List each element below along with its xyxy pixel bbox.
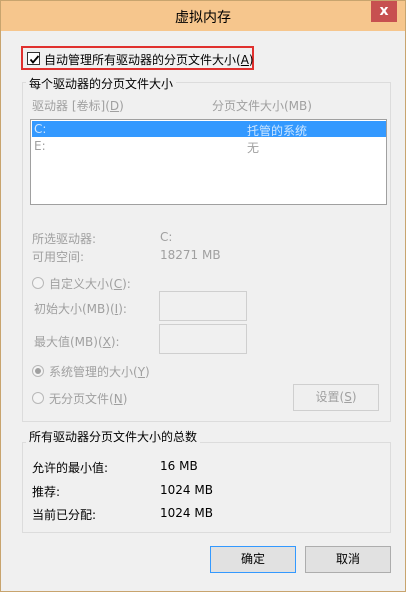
selected-drive-value: C:: [160, 230, 173, 244]
drive-list[interactable]: C: 托管的系统 E: 无: [30, 119, 387, 205]
initial-size-input[interactable]: [159, 291, 247, 321]
no-paging-file-radio[interactable]: [32, 392, 44, 404]
currently-allocated-value: 1024 MB: [160, 506, 213, 520]
per-drive-group-title: 每个驱动器的分页文件大小: [26, 75, 177, 92]
custom-size-radio[interactable]: [32, 277, 44, 289]
ok-button[interactable]: 确定: [210, 546, 296, 573]
drive-row-e[interactable]: E: 无: [32, 138, 386, 155]
close-button[interactable]: x: [371, 1, 397, 22]
title-bar: 虚拟内存 x: [1, 1, 405, 31]
auto-manage-accel: A: [240, 53, 249, 67]
drive-size: 无: [247, 141, 260, 155]
size-column-header: 分页文件大小(MB): [212, 99, 312, 113]
system-managed-label: 系统管理的大小(Y): [49, 365, 150, 379]
auto-manage-checkbox[interactable]: 自动管理所有驱动器的分页文件大小(A): [21, 46, 254, 70]
free-space-value: 18271 MB: [160, 248, 221, 262]
min-allowed-value: 16 MB: [160, 459, 198, 473]
cancel-button[interactable]: 取消: [305, 546, 391, 573]
set-button[interactable]: 设置(S): [293, 384, 379, 411]
drive-letter: C:: [34, 122, 47, 136]
max-size-label: 最大值(MB)(X):: [34, 335, 120, 349]
initial-size-label: 初始大小(MB)(I):: [34, 302, 127, 316]
drive-row-c[interactable]: C: 托管的系统: [32, 121, 386, 138]
selected-drive-label: 所选驱动器:: [32, 232, 97, 246]
drive-size: 托管的系统: [247, 124, 308, 138]
virtual-memory-dialog: 虚拟内存 x 自动管理所有驱动器的分页文件大小(A) 每个驱动器的分页文件大小 …: [0, 0, 406, 592]
min-allowed-label: 允许的最小值:: [32, 461, 109, 475]
no-paging-file-label: 无分页文件(N): [49, 392, 128, 406]
totals-group-title: 所有驱动器分页文件大小的总数: [26, 428, 201, 445]
currently-allocated-label: 当前已分配:: [32, 508, 97, 522]
drive-letter: E:: [34, 139, 46, 153]
dialog-content: 自动管理所有驱动器的分页文件大小(A) 每个驱动器的分页文件大小 驱动器 [卷标…: [1, 31, 405, 591]
close-icon: x: [379, 3, 389, 19]
recommended-label: 推荐:: [32, 485, 61, 499]
drive-column-header: 驱动器 [卷标](D): [32, 99, 124, 113]
checkbox-box[interactable]: [27, 52, 40, 65]
auto-manage-label: 自动管理所有驱动器的分页文件大小: [44, 53, 237, 67]
window-title: 虚拟内存: [175, 10, 231, 26]
free-space-label: 可用空间:: [32, 250, 85, 264]
max-size-input[interactable]: [159, 324, 247, 354]
system-managed-radio[interactable]: [32, 365, 44, 377]
recommended-value: 1024 MB: [160, 483, 213, 497]
custom-size-label: 自定义大小(C):: [49, 277, 131, 291]
checkmark-icon: [29, 55, 40, 64]
